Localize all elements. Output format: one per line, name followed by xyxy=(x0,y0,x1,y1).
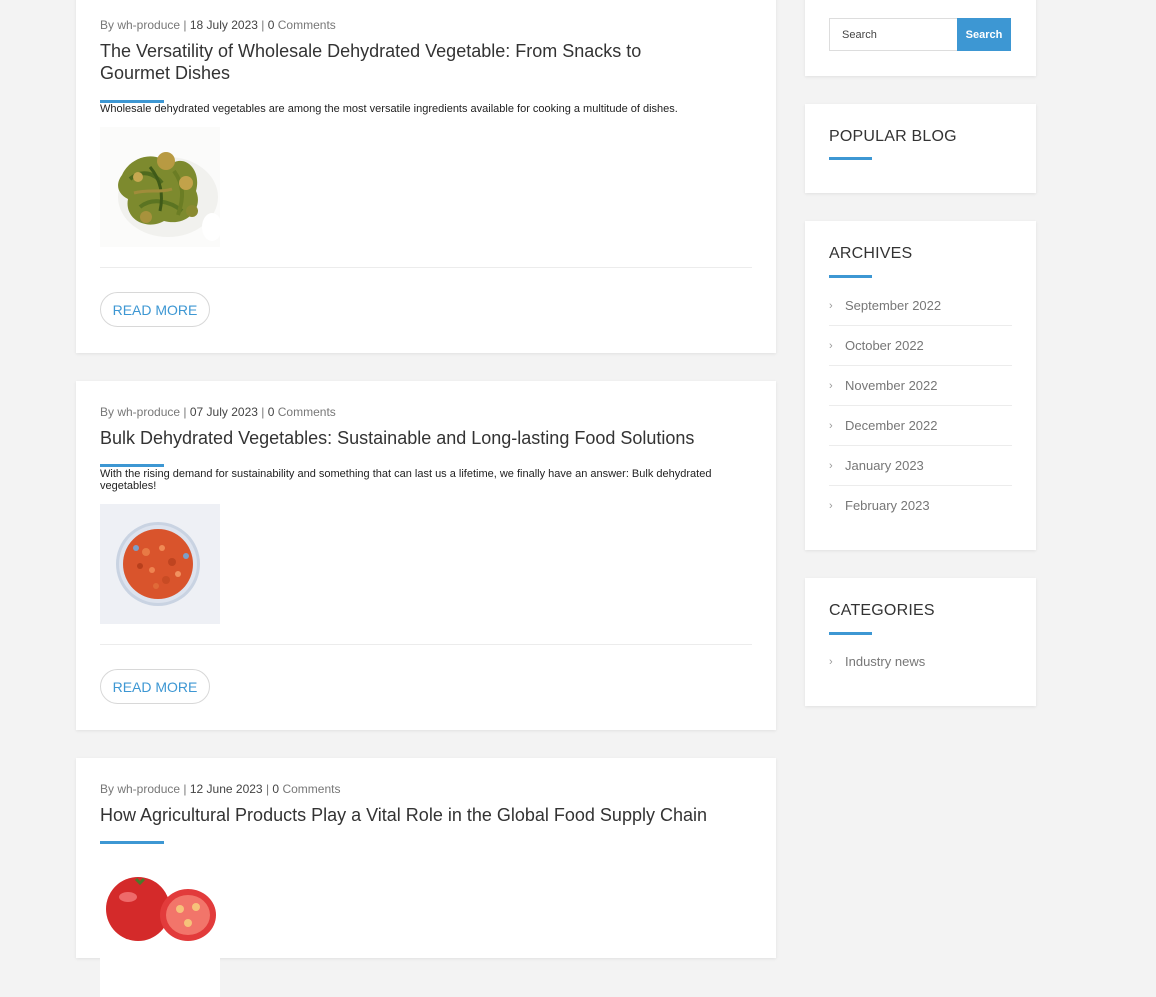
archives-list: › September 2022 › October 2022 › November … xyxy=(829,286,1012,525)
widget-title: ARCHIVES xyxy=(829,245,913,262)
categories-widget: CATEGORIES › Industry news xyxy=(805,578,1036,706)
archive-item[interactable]: › December 2022 xyxy=(829,406,1012,446)
post-date: 12 June 2023 xyxy=(189,782,263,796)
meta-separator: | xyxy=(261,18,265,32)
blog-post-card: By wh-produce | 12 June 2023 | 0 Comment… xyxy=(76,758,776,997)
post-excerpt: Wholesale dehydrated vegetables are amon… xyxy=(100,103,678,115)
title-accent-bar xyxy=(100,464,164,467)
chevron-right-icon: › xyxy=(829,656,833,668)
chevron-right-icon: › xyxy=(829,500,833,512)
chevron-right-icon: › xyxy=(829,340,833,352)
archive-item[interactable]: › January 2023 xyxy=(829,446,1012,486)
post-author[interactable]: By wh-produce xyxy=(100,18,180,32)
comments-count[interactable]: 0 xyxy=(268,405,275,419)
post-thumbnail[interactable] xyxy=(100,504,220,624)
read-more-button[interactable]: READ MORE xyxy=(100,292,210,327)
post-meta: By wh-produce | 12 June 2023 | 0 Comment… xyxy=(100,782,340,796)
comments-count[interactable]: 0 xyxy=(268,18,275,32)
title-accent-bar xyxy=(100,841,164,844)
post-author[interactable]: By wh-produce xyxy=(100,782,180,796)
search-input[interactable] xyxy=(829,18,957,51)
archive-item[interactable]: › October 2022 xyxy=(829,326,1012,366)
chevron-right-icon: › xyxy=(829,300,833,312)
archive-item[interactable]: › September 2022 xyxy=(829,286,1012,326)
tomato-image xyxy=(100,877,220,997)
post-title[interactable]: The Versatility of Wholesale Dehydrated … xyxy=(100,40,700,84)
widget-title-accent xyxy=(829,632,872,635)
search-button[interactable]: Search xyxy=(957,18,1011,51)
archives-widget: ARCHIVES › September 2022 › October 2022 ›… xyxy=(805,221,1036,550)
widget-title: POPULAR BLOG xyxy=(829,128,957,145)
meta-separator: | xyxy=(183,18,187,32)
meta-separator: | xyxy=(183,405,187,419)
post-meta: By wh-produce | 18 July 2023 | 0 Comment… xyxy=(100,18,336,32)
categories-list: › Industry news xyxy=(829,642,1012,681)
post-meta: By wh-produce | 07 July 2023 | 0 Comment… xyxy=(100,405,336,419)
comments-count[interactable]: 0 xyxy=(272,782,279,796)
chevron-right-icon: › xyxy=(829,380,833,392)
post-author[interactable]: By wh-produce xyxy=(100,405,180,419)
post-title[interactable]: How Agricultural Products Play a Vital R… xyxy=(100,804,752,826)
meta-separator: | xyxy=(183,782,187,796)
search-widget: Search xyxy=(805,0,1036,76)
post-thumbnail[interactable] xyxy=(100,877,220,997)
widget-title: CATEGORIES xyxy=(829,602,935,619)
post-title[interactable]: Bulk Dehydrated Vegetables: Sustainable … xyxy=(100,427,752,449)
post-excerpt: With the rising demand for sustainabilit… xyxy=(100,468,712,492)
dehydrated-vegetable-image xyxy=(100,127,220,247)
widget-title-accent xyxy=(829,157,872,160)
archive-item[interactable]: › November 2022 xyxy=(829,366,1012,406)
blog-post-card: By wh-produce | 07 July 2023 | 0 Comment… xyxy=(76,381,776,730)
post-divider xyxy=(100,267,752,268)
post-divider xyxy=(100,644,752,645)
post-thumbnail[interactable] xyxy=(100,127,220,247)
comments-label[interactable]: Comments xyxy=(278,405,336,419)
popular-blog-widget: POPULAR BLOG xyxy=(805,104,1036,193)
archive-item[interactable]: › February 2023 xyxy=(829,486,1012,525)
category-item[interactable]: › Industry news xyxy=(829,642,1012,681)
comments-label[interactable]: Comments xyxy=(282,782,340,796)
meta-separator: | xyxy=(265,782,270,796)
dehydrated-carrot-image xyxy=(100,504,220,624)
meta-separator: | xyxy=(261,405,265,419)
post-date: 07 July 2023 xyxy=(189,405,258,419)
post-date: 18 July 2023 xyxy=(189,18,258,32)
widget-title-accent xyxy=(829,275,872,278)
read-more-button[interactable]: READ MORE xyxy=(100,669,210,704)
chevron-right-icon: › xyxy=(829,460,833,472)
comments-label[interactable]: Comments xyxy=(278,18,336,32)
chevron-right-icon: › xyxy=(829,420,833,432)
blog-post-card: By wh-produce | 18 July 2023 | 0 Comment… xyxy=(76,0,776,353)
